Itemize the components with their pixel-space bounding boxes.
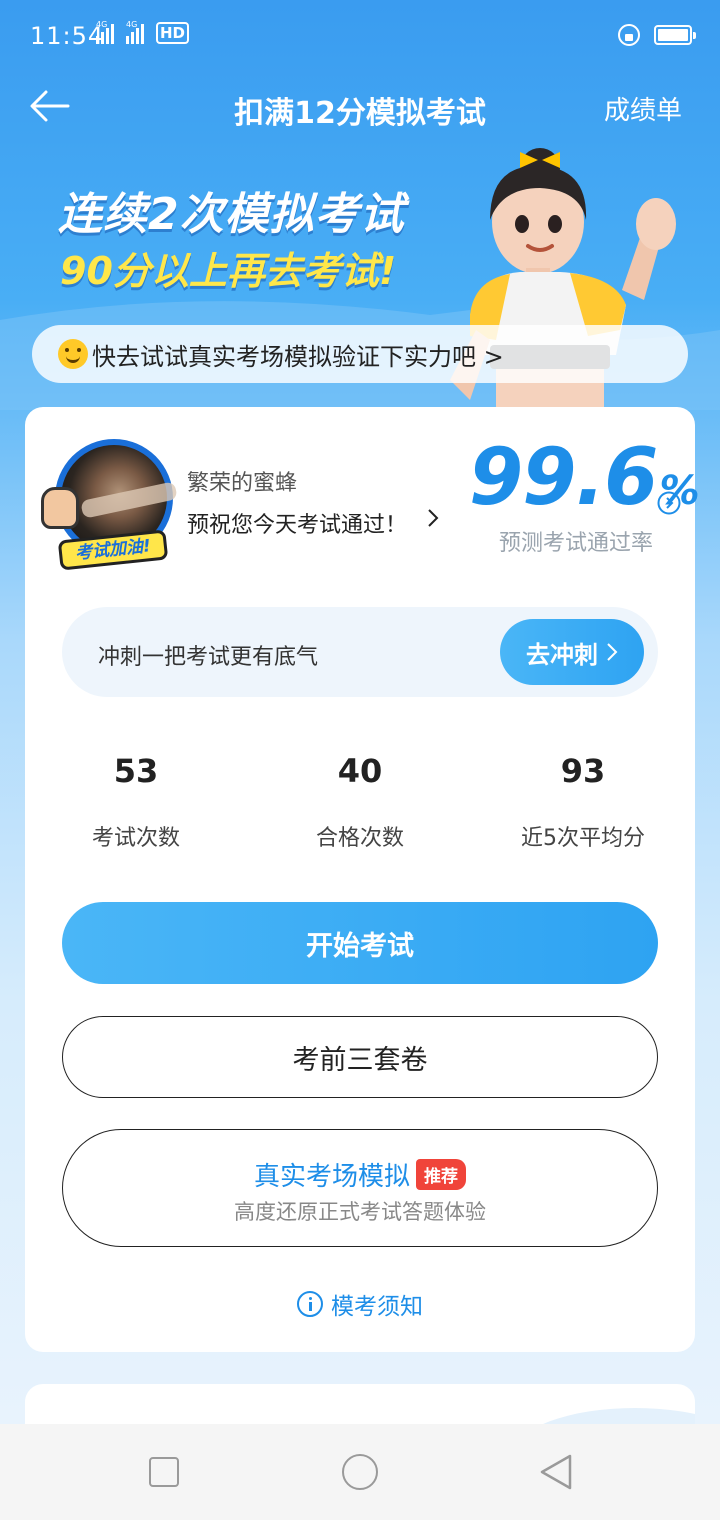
avatar[interactable]: 考试加油! bbox=[41, 439, 178, 571]
real-exam-subtitle: 高度还原正式考试答题体验 bbox=[234, 1200, 486, 1224]
battery-icon bbox=[654, 25, 696, 45]
system-navigation-bar bbox=[0, 1424, 720, 1520]
home-icon[interactable] bbox=[342, 1454, 378, 1490]
recommend-badge: 推荐 bbox=[416, 1159, 466, 1190]
real-exam-hint-banner[interactable]: 快去试试真实考场模拟验证下实力吧 > bbox=[32, 325, 688, 383]
stat-exam-count: 53 考试次数 bbox=[91, 752, 180, 851]
three-papers-button[interactable]: 考前三套卷 bbox=[62, 1016, 658, 1098]
report-card-link[interactable]: 成绩单 bbox=[604, 90, 682, 127]
chevron-right-icon[interactable] bbox=[423, 506, 443, 530]
signal-icon: 4G bbox=[126, 20, 144, 44]
signal-icon: 4G bbox=[96, 20, 114, 44]
clock: 11:54 bbox=[30, 22, 105, 50]
start-exam-button[interactable]: 开始考试 bbox=[62, 902, 658, 984]
stat-average-score: 93 近5次平均分 bbox=[521, 752, 645, 851]
pass-rate-value: 99.6 bbox=[469, 433, 658, 523]
pass-rate-label: 预测考试通过率 bbox=[499, 531, 654, 556]
chevron-right-icon bbox=[607, 643, 618, 661]
sprint-text: 冲刺一把考试更有底气 bbox=[98, 645, 319, 670]
banner-headline: 连续2次模拟考试 bbox=[58, 189, 405, 240]
sprint-panel: 冲刺一把考试更有底气 去冲刺 bbox=[62, 607, 658, 697]
real-exam-simulation-button[interactable]: 真实考场模拟 推荐 高度还原正式考试答题体验 bbox=[62, 1129, 658, 1247]
network-indicators: 4G 4G HD bbox=[96, 20, 190, 44]
recent-apps-icon[interactable] bbox=[149, 1457, 179, 1487]
top-nav: 扣满12分模拟考试 成绩单 bbox=[0, 72, 720, 142]
info-icon bbox=[297, 1291, 323, 1317]
pass-rate-detail-icon[interactable] bbox=[657, 491, 681, 515]
exam-notice-label: 模考须知 bbox=[331, 1294, 423, 1320]
sprint-button-label: 去冲刺 bbox=[526, 640, 598, 669]
exam-notice-link[interactable]: 模考须知 bbox=[25, 1287, 695, 1321]
smile-emoji-icon bbox=[58, 339, 88, 369]
status-bar: 11:54 4G 4G HD bbox=[0, 0, 720, 72]
system-back-icon[interactable] bbox=[538, 1452, 574, 1492]
hd-voice-icon: HD bbox=[156, 22, 190, 44]
hint-text: 快去试试真实考场模拟验证下实力吧 > bbox=[92, 342, 504, 371]
real-exam-title: 真实考场模拟 bbox=[253, 1162, 410, 1192]
exam-card: 考试加油! 繁荣的蜜蜂 预祝您今天考试通过！ 99.6 % 预测考试通过率 冲刺… bbox=[25, 407, 700, 1352]
wish-link[interactable]: 预祝您今天考试通过！ bbox=[187, 507, 407, 539]
fist-icon bbox=[41, 487, 79, 529]
banner-subheadline: 90分以上再去考试! bbox=[60, 249, 397, 293]
stat-pass-count: 40 合格次数 bbox=[315, 752, 404, 851]
username: 繁荣的蜜蜂 bbox=[187, 471, 298, 496]
sprint-button[interactable]: 去冲刺 bbox=[500, 619, 644, 685]
rotation-lock-icon bbox=[618, 24, 640, 46]
